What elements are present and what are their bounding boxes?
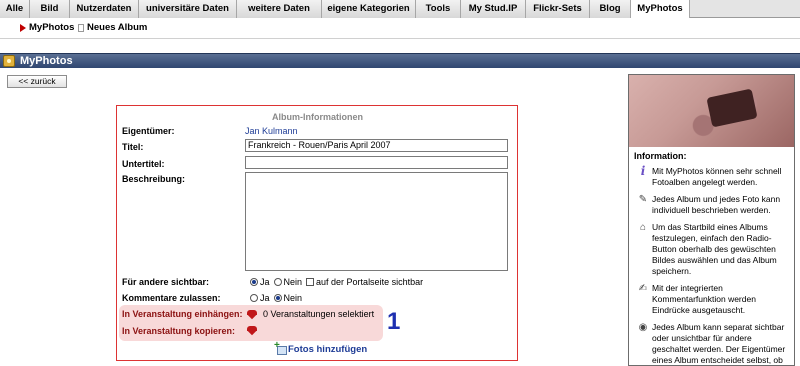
owner-link[interactable]: Jan Kulmann	[245, 126, 298, 136]
radio-selected-icon	[273, 294, 282, 302]
edit-icon: ✎	[638, 194, 648, 205]
tab-myphotos[interactable]: MyPhotos	[631, 0, 690, 19]
info-item: i Mit MyPhotos können sehr schnell Fotoa…	[629, 163, 794, 191]
visible-label: Für andere sichtbar:	[122, 277, 210, 287]
comments-options: Ja Nein	[250, 293, 302, 303]
portal-visible-label: auf der Portalseite sichtbar	[316, 277, 424, 287]
tab-my-studip[interactable]: My Stud.IP	[461, 0, 526, 18]
radio-selected-icon	[250, 278, 258, 286]
puzzle-hole	[706, 88, 758, 128]
info-item-text: Mit der integrierten Kommentarfunktion w…	[652, 283, 756, 315]
info-item-text: Jedes Album kann separat sichtbar oder u…	[652, 322, 786, 365]
subtab-myphotos-label: MyPhotos	[29, 22, 75, 33]
tab-flickr-sets[interactable]: Flickr-Sets	[526, 0, 590, 18]
visible-options: Ja Nein auf der Portalseite sichtbar	[250, 277, 423, 287]
info-item: ✎ Jedes Album und jedes Foto kann indivi…	[629, 191, 794, 219]
tab-nutzerdaten[interactable]: Nutzerdaten	[70, 0, 139, 18]
add-photos-label: Fotos hinzufügen	[288, 344, 368, 355]
main-tab-bar: Alle Bild Nutzerdaten universitäre Daten…	[0, 0, 800, 19]
visible-no-label: Nein	[283, 277, 303, 287]
page-header: MyPhotos	[0, 53, 800, 68]
owner-label: Eigentümer:	[122, 126, 175, 136]
checkbox-icon	[306, 278, 315, 286]
info-item: ⌂ Um das Startbild eines Albums festzule…	[629, 219, 794, 280]
info-title: Information:	[634, 151, 687, 161]
comments-yes-label: Ja	[260, 293, 270, 303]
eye-icon: ◉	[638, 322, 648, 333]
portal-visible-option[interactable]: auf der Portalseite sichtbar	[306, 277, 423, 287]
attach-event-selector[interactable]: 0 Veranstaltungen selektiert	[247, 309, 374, 319]
info-item-text: Mit MyPhotos können sehr schnell Fotoalb…	[652, 166, 782, 187]
visible-no-option[interactable]: Nein	[273, 277, 303, 287]
title-input[interactable]: Frankreich - Rouen/Paris April 2007	[245, 139, 508, 152]
attach-event-label: In Veranstaltung einhängen:	[122, 309, 243, 319]
sub-tab-bar: MyPhotos Neues Album	[0, 18, 800, 39]
tab-universitaere-daten[interactable]: universitäre Daten	[139, 0, 237, 18]
info-item-text: Jedes Album und jedes Foto kann individu…	[652, 194, 781, 215]
spacer	[0, 40, 800, 53]
subtitle-input[interactable]	[245, 156, 508, 169]
album-info-form: Album-Informationen Eigentümer: Jan Kulm…	[116, 105, 518, 361]
tab-blog[interactable]: Blog	[590, 0, 631, 18]
tab-tools[interactable]: Tools	[416, 0, 461, 18]
form-legend: Album-Informationen	[272, 112, 363, 122]
subtab-neues-album-label: Neues Album	[87, 22, 148, 33]
subtab-neues-album[interactable]: Neues Album	[78, 22, 147, 33]
radio-icon	[250, 294, 258, 302]
subtitle-label: Untertitel:	[122, 159, 165, 169]
info-item-text: Um das Startbild eines Albums festzulege…	[652, 222, 777, 276]
info-icon: i	[640, 164, 646, 178]
heart-icon	[247, 310, 257, 318]
tab-weitere-daten[interactable]: weitere Daten	[237, 0, 322, 18]
annotation-number: 1	[387, 308, 401, 335]
add-photo-icon	[274, 340, 287, 355]
add-photos-link[interactable]: Fotos hinzufügen	[274, 340, 368, 355]
active-arrow-icon	[20, 23, 26, 32]
page-title: MyPhotos	[20, 55, 73, 67]
tab-alle[interactable]: Alle	[0, 0, 30, 18]
comments-no-label: Nein	[283, 293, 303, 303]
info-panel: Information: i Mit MyPhotos können sehr …	[628, 74, 795, 366]
comment-icon: ✍	[638, 283, 648, 294]
comments-yes-option[interactable]: Ja	[250, 293, 270, 303]
back-button[interactable]: << zurück	[7, 75, 67, 88]
sun-flower-icon	[3, 55, 15, 67]
heart-icon	[247, 326, 257, 334]
visible-yes-option[interactable]: Ja	[250, 277, 270, 287]
tab-bild[interactable]: Bild	[30, 0, 70, 18]
tab-eigene-kategorien[interactable]: eigene Kategorien	[322, 0, 416, 18]
comments-label: Kommentare zulassen:	[122, 293, 221, 303]
title-label: Titel:	[122, 142, 144, 152]
radio-icon	[273, 278, 282, 286]
document-icon	[78, 23, 84, 32]
home-icon: ⌂	[639, 222, 647, 233]
visible-yes-label: Ja	[260, 277, 270, 287]
description-label: Beschreibung:	[122, 174, 186, 184]
copy-event-label: In Veranstaltung kopieren:	[122, 326, 236, 336]
subtab-myphotos[interactable]: MyPhotos	[20, 22, 74, 33]
copy-event-selector[interactable]	[247, 326, 259, 334]
info-item: ◉ Jedes Album kann separat sichtbar oder…	[629, 319, 794, 365]
info-item: ✍ Mit der integrierten Kommentarfunktion…	[629, 280, 794, 319]
puzzle-image	[629, 75, 794, 147]
description-textarea[interactable]	[245, 172, 508, 271]
attach-event-value: 0 Veranstaltungen selektiert	[263, 309, 375, 319]
comments-no-option[interactable]: Nein	[273, 293, 303, 303]
